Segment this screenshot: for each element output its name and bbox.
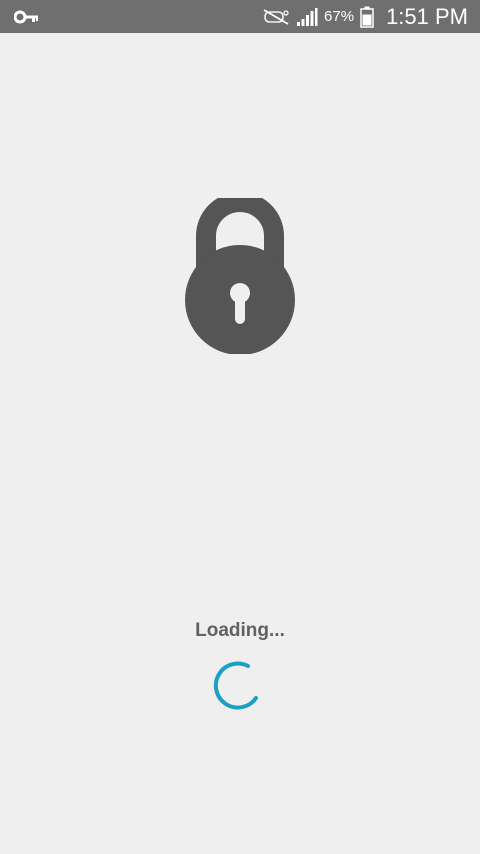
battery-icon: [360, 6, 374, 28]
loading-spinner-icon: [213, 661, 258, 710]
signal-icon: [297, 7, 318, 26]
status-time: 1:51 PM: [386, 3, 468, 29]
loading-text: Loading...: [195, 620, 285, 641]
lock-loading-screen: 67% 1:51 PM Loading...: [0, 0, 480, 854]
mute-icon: [263, 8, 289, 25]
lock-icon: [185, 198, 295, 354]
battery-percent: 67%: [324, 8, 355, 25]
key-icon: [14, 10, 38, 24]
status-bar: 67% 1:51 PM: [0, 0, 480, 33]
status-icons: 67% 1:51 PM: [262, 0, 468, 33]
